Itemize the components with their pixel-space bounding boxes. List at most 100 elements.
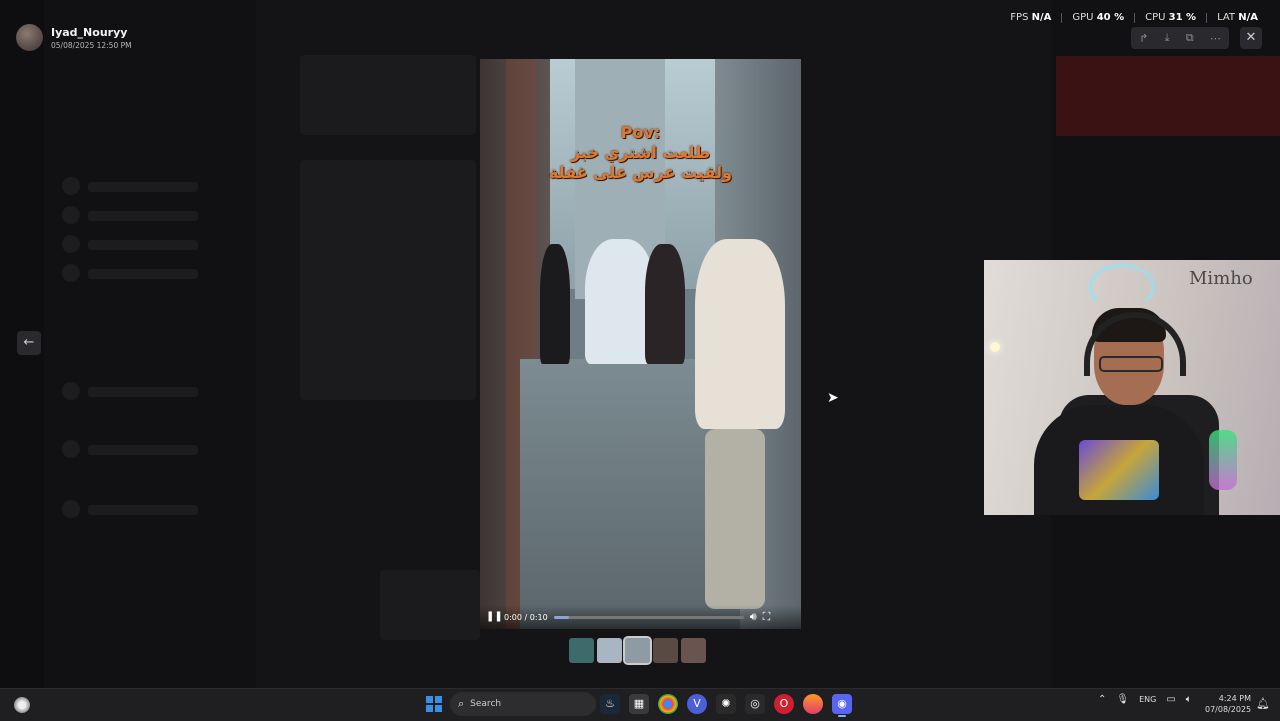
- steam-icon[interactable]: ♨: [600, 694, 620, 714]
- chevron-up-icon[interactable]: ⌃: [1098, 694, 1106, 705]
- language-indicator[interactable]: ENG: [1139, 695, 1156, 704]
- video-time: 0:00 / 0:10: [504, 612, 548, 622]
- media-thumbnail[interactable]: [597, 638, 622, 663]
- gpu-stat: GPU 40 %: [1072, 12, 1124, 23]
- media-thumbnail[interactable]: [653, 638, 678, 663]
- bg-thumbnail: [380, 570, 480, 640]
- scene-figure: [540, 244, 570, 364]
- task-manager-icon[interactable]: ▦: [629, 694, 649, 714]
- webcam-label: Mimho: [1189, 268, 1253, 289]
- media-thumbnail[interactable]: [623, 636, 652, 665]
- windows-logo-pane: [426, 696, 433, 703]
- microphone-icon[interactable]: 🎙︎: [1116, 694, 1129, 705]
- bg-row: [88, 240, 198, 250]
- glasses: [1099, 356, 1163, 372]
- caption-line: Pov:: [620, 123, 661, 142]
- media-thumbnail-strip: [569, 636, 706, 665]
- windows-logo-pane: [435, 705, 442, 712]
- firefox-icon[interactable]: [803, 694, 823, 714]
- vivaldi-icon[interactable]: V: [687, 694, 707, 714]
- download-icon[interactable]: ⤓: [1165, 31, 1170, 45]
- gpu-label: GPU: [1072, 12, 1094, 23]
- open-external-icon[interactable]: ⧉: [1186, 31, 1194, 45]
- dm-list: [44, 0, 256, 688]
- bg-row: [88, 182, 198, 192]
- windows-logo-pane: [435, 696, 442, 703]
- clock-date: 07/08/2025: [1205, 705, 1252, 714]
- light-ring: [1089, 264, 1155, 310]
- scene-man-legs: [705, 429, 765, 609]
- bg-thumbnail: [300, 160, 476, 400]
- cpu-stat: CPU 31 %: [1145, 12, 1196, 23]
- taskbar-clock[interactable]: 4:24 PM 07/08/2025: [1205, 693, 1251, 715]
- discord-icon[interactable]: ◉: [832, 694, 852, 717]
- divider: [1206, 12, 1208, 23]
- bg-avatar: [62, 177, 80, 195]
- bg-avatar: [62, 264, 80, 282]
- divider: [1134, 12, 1136, 23]
- taskbar-search[interactable]: ⌕ Search: [450, 692, 596, 716]
- mouse-cursor-icon: ➤: [827, 390, 839, 406]
- bg-row: [88, 211, 198, 221]
- scene-figure: [645, 244, 685, 364]
- bg-avatar: [62, 440, 80, 458]
- arrow-left-icon: ←: [23, 335, 35, 350]
- search-placeholder: Search: [470, 699, 502, 709]
- media-thumbnail[interactable]: [681, 638, 706, 663]
- chatgpt-icon[interactable]: ✺: [716, 694, 736, 714]
- fps-label: FPS: [1010, 12, 1029, 23]
- start-button[interactable]: [426, 696, 442, 712]
- lat-stat: LAT N/A: [1217, 12, 1258, 23]
- bg-row: [88, 269, 198, 279]
- avatar: [16, 24, 43, 51]
- video-progress-track[interactable]: [553, 615, 744, 619]
- performance-overlay: FPS N/A GPU 40 % CPU 31 % LAT N/A: [1010, 12, 1258, 23]
- windows-logo-pane: [426, 705, 433, 712]
- close-icon: ✕: [1245, 30, 1257, 45]
- shirt-print: [1079, 440, 1159, 500]
- sender-name: Iyad_Nouryy: [51, 25, 128, 39]
- chrome-icon[interactable]: [658, 694, 678, 714]
- search-icon: ⌕: [458, 697, 465, 710]
- bg-avatar: [62, 500, 80, 518]
- fps-value: N/A: [1031, 12, 1052, 23]
- steelseries-icon[interactable]: ◎: [745, 694, 765, 714]
- media-thumbnail[interactable]: [569, 638, 594, 663]
- microphone: [1209, 430, 1237, 490]
- notification-icon[interactable]: 🔔︎: [1256, 697, 1270, 710]
- webcam-overlay: Mimho: [984, 260, 1280, 515]
- lat-label: LAT: [1217, 12, 1236, 23]
- fullscreen-icon[interactable]: ⛶: [763, 610, 771, 624]
- bg-avatar: [62, 382, 80, 400]
- caption-line: ولقيت عرس على غفلة: [549, 163, 732, 182]
- fps-stat: FPS N/A: [1010, 12, 1051, 23]
- bg-row: [88, 387, 198, 397]
- gpu-value: 40 %: [1096, 12, 1125, 23]
- bg-row: [88, 505, 198, 515]
- system-tray: ⌃ 🎙︎ ENG ▭ 🔈︎: [1098, 694, 1192, 705]
- profile-banner: [1056, 56, 1280, 136]
- widgets-icon[interactable]: [14, 697, 30, 713]
- video-controls: ❚❚ 0:00 / 0:10 🔊︎ ⛶: [480, 605, 801, 629]
- previous-media-button[interactable]: ←: [17, 331, 41, 355]
- pause-icon[interactable]: ❚❚: [486, 611, 503, 623]
- video-player[interactable]: Pov: طلعت اشتري خبز ولقيت عرس على غفلة ❚…: [480, 59, 801, 629]
- bg-thumbnail: [300, 55, 476, 135]
- scene-man: [695, 239, 785, 429]
- clock-time: 4:24 PM: [1218, 694, 1251, 703]
- network-icon[interactable]: ▭: [1166, 694, 1175, 705]
- media-toolbar: ↱ ⤓ ⧉ ⋯: [1131, 27, 1229, 49]
- cpu-value: 31 %: [1168, 12, 1197, 23]
- caption-line: طلعت اشتري خبز: [570, 143, 711, 162]
- sender-timestamp: 05/08/2025 12:50 PM: [51, 40, 132, 50]
- bg-row: [88, 445, 198, 455]
- close-button[interactable]: ✕: [1240, 27, 1262, 49]
- forward-icon[interactable]: ↱: [1139, 32, 1148, 45]
- lat-value: N/A: [1238, 12, 1258, 23]
- taskbar-apps: ♨ ▦ V ✺ ◎ O ◉: [600, 694, 852, 717]
- volume-icon[interactable]: 🔊︎: [750, 610, 757, 624]
- opera-icon[interactable]: O: [774, 694, 794, 714]
- more-icon[interactable]: ⋯: [1210, 32, 1221, 45]
- cpu-label: CPU: [1145, 12, 1166, 23]
- speaker-icon[interactable]: 🔈︎: [1186, 694, 1192, 705]
